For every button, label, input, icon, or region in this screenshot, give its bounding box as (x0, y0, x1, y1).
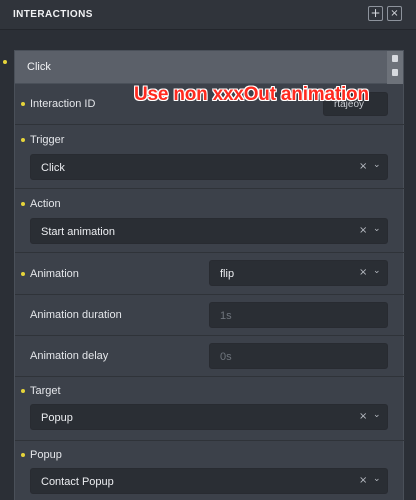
chevron-down-icon[interactable]: ⌄ (373, 224, 381, 234)
panel-header: INTERACTIONS + × (0, 0, 416, 30)
trigger-row: Trigger Click × ⌄ (15, 125, 405, 189)
clear-icon[interactable]: × (359, 267, 367, 278)
animation-duration-row: Animation duration 1s (15, 295, 405, 336)
clear-icon[interactable]: × (359, 411, 367, 422)
clear-icon[interactable]: × (359, 161, 367, 172)
clear-icon[interactable]: × (359, 225, 367, 236)
clear-icon[interactable]: × (359, 475, 367, 486)
animation-duration-label: Animation duration (30, 309, 122, 321)
animation-label: Animation (30, 268, 79, 280)
animation-row: Animation flip × ⌄ (15, 253, 405, 295)
indicator-dot (21, 453, 25, 457)
action-value: Start animation (41, 226, 115, 238)
indicator-dot (21, 102, 25, 106)
panel-title: INTERACTIONS (13, 9, 93, 20)
popup-label: Popup (30, 449, 62, 461)
target-value: Popup (41, 412, 73, 424)
chevron-down-icon[interactable]: ⌄ (373, 266, 381, 276)
chevron-down-icon[interactable]: ⌄ (373, 410, 381, 420)
indicator-dot (21, 138, 25, 142)
indicator-dot (21, 202, 25, 206)
action-row: Action Start animation × ⌄ (15, 189, 405, 253)
trigger-value: Click (41, 162, 65, 174)
animation-delay-placeholder: 0s (220, 351, 232, 363)
interaction-panel: Click Interaction ID rtajeoy Trigger Cli… (14, 50, 405, 500)
chevron-down-icon[interactable]: ⌄ (373, 474, 381, 484)
indicator-dot (21, 272, 25, 276)
popup-value: Contact Popup (41, 476, 114, 488)
chevron-down-icon[interactable]: ⌄ (373, 160, 381, 170)
target-row: Target Popup × ⌄ (15, 377, 405, 441)
interaction-header[interactable]: Click (15, 51, 387, 84)
action-label: Action (30, 198, 61, 210)
animation-duration-placeholder: 1s (220, 310, 232, 322)
trash-icon[interactable] (392, 69, 398, 76)
trigger-label: Trigger (30, 134, 65, 146)
animation-duration-input[interactable]: 1s (209, 302, 388, 328)
interaction-indicator-dot (3, 60, 7, 64)
popup-row: Popup Contact Popup × ⌄ (15, 441, 405, 500)
animation-delay-input[interactable]: 0s (209, 343, 388, 369)
animation-value: flip (220, 268, 235, 280)
close-icon[interactable]: × (387, 6, 402, 21)
animation-delay-label: Animation delay (30, 350, 109, 362)
indicator-dot (21, 389, 25, 393)
interaction-title: Click (27, 61, 51, 73)
add-icon[interactable]: + (368, 6, 383, 21)
copy-icon[interactable] (392, 55, 398, 62)
target-select[interactable]: Popup × ⌄ (30, 404, 388, 430)
annotation-overlay: Use non xxxOut animation (134, 84, 369, 105)
animation-select[interactable]: flip × ⌄ (209, 260, 388, 286)
target-label: Target (30, 385, 61, 397)
action-select[interactable]: Start animation × ⌄ (30, 218, 388, 244)
trigger-select[interactable]: Click × ⌄ (30, 154, 388, 180)
interaction-id-label: Interaction ID (30, 98, 96, 110)
animation-delay-row: Animation delay 0s (15, 336, 405, 377)
popup-select[interactable]: Contact Popup × ⌄ (30, 468, 388, 494)
interaction-actions (387, 51, 403, 84)
